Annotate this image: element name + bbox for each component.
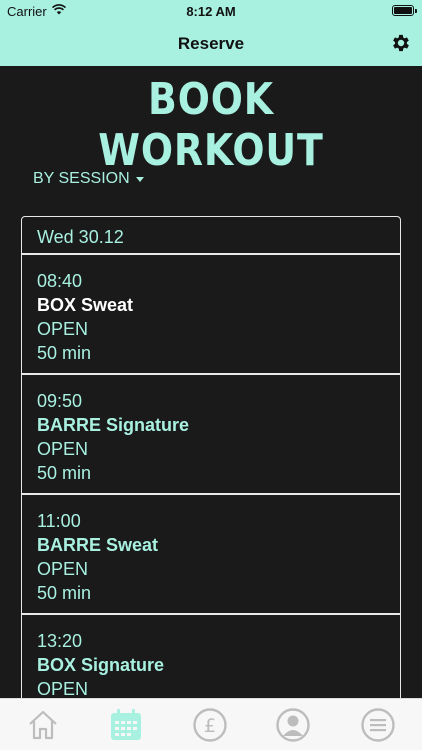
session-duration: 50 min (37, 343, 92, 363)
session-name: BARRE Signature (37, 415, 190, 435)
profile-icon[interactable] (275, 707, 311, 743)
battery-icon (392, 5, 417, 16)
session-status: OPEN (37, 439, 89, 459)
session-time: 13:20 (37, 631, 83, 651)
session-duration: 50 min (37, 463, 92, 483)
session-item[interactable]: 11:00 BARRE Sweat OPEN 50 min (22, 495, 400, 615)
session-name: BOX Sweat (37, 295, 134, 315)
session-item[interactable]: 08:40 BOX Sweat OPEN 50 min (22, 255, 400, 375)
page-title: BOOK WORKOUT (98, 74, 324, 176)
session-name: BARRE Sweat (37, 535, 159, 555)
menu-icon[interactable] (360, 707, 396, 743)
tab-bar: £ (0, 698, 422, 750)
session-name: BOX Signature (37, 655, 165, 675)
session-status: OPEN (37, 319, 89, 339)
schedule-list: Wed 30.12 08:40 BOX Sweat OPEN 50 min 09… (21, 216, 401, 698)
session-time: 11:00 (37, 511, 81, 531)
calendar-icon[interactable] (108, 707, 144, 743)
status-time: 8:12 AM (186, 4, 236, 19)
nav-bar: Reserve (0, 22, 422, 66)
main-content: BOOK WORKOUT BY SESSION Wed 30.12 08:40 … (0, 66, 422, 698)
session-item[interactable]: 13:20 BOX Signature OPEN (22, 615, 400, 698)
nav-title: Reserve (177, 34, 245, 53)
session-status: OPEN (37, 559, 89, 579)
session-item[interactable]: 09:50 BARRE Signature OPEN 50 min (22, 375, 400, 495)
status-bar: Carrier 8:12 AM (0, 0, 422, 22)
session-filter-dropdown[interactable]: BY SESSION (33, 170, 144, 188)
session-time: 08:40 (37, 271, 83, 291)
pound-icon[interactable]: £ (192, 707, 228, 743)
caret-down-icon (135, 176, 144, 182)
session-filter-label: BY SESSION (33, 170, 130, 187)
session-duration: 50 min (37, 583, 92, 603)
home-icon[interactable] (25, 707, 61, 743)
session-status: OPEN (37, 679, 89, 698)
day-header: Wed 30.12 (22, 217, 400, 255)
svg-text:£: £ (204, 715, 216, 737)
gear-icon[interactable] (390, 32, 412, 54)
session-time: 09:50 (37, 391, 83, 411)
